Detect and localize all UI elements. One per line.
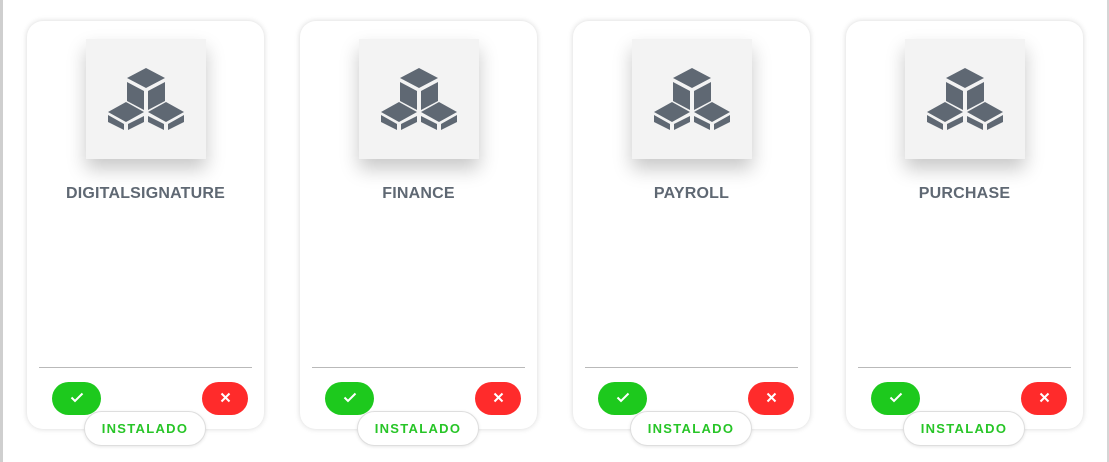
reject-button[interactable]	[1021, 382, 1067, 415]
accept-button[interactable]	[871, 382, 920, 415]
close-icon	[1039, 391, 1050, 406]
status-badge[interactable]: INSTALADO	[84, 411, 206, 446]
check-icon	[70, 391, 84, 406]
reject-button[interactable]	[748, 382, 794, 415]
module-title: DIGITALSIGNATURE	[65, 185, 226, 202]
module-title: PURCHASE	[918, 185, 1011, 202]
divider	[39, 367, 252, 368]
left-border	[0, 0, 3, 462]
accept-button[interactable]	[52, 382, 101, 415]
module-title: PAYROLL	[653, 185, 730, 202]
accept-button[interactable]	[598, 382, 647, 415]
module-card: PAYROLL INSTALADO	[573, 21, 810, 446]
module-icon-box	[359, 39, 479, 159]
check-icon	[616, 391, 630, 406]
close-icon	[493, 391, 504, 406]
module-card: DIGITALSIGNATURE INSTALADO	[27, 21, 264, 446]
module-card: PURCHASE INSTALADO	[846, 21, 1083, 446]
module-cards: DIGITALSIGNATURE INSTALADO FINANCE INSTA…	[27, 21, 1083, 446]
status-badge[interactable]: INSTALADO	[357, 411, 479, 446]
cubes-icon	[107, 67, 185, 131]
divider	[585, 367, 798, 368]
reject-button[interactable]	[475, 382, 521, 415]
close-icon	[220, 391, 231, 406]
cubes-icon	[926, 67, 1004, 131]
accept-button[interactable]	[325, 382, 374, 415]
cubes-icon	[380, 67, 458, 131]
divider	[312, 367, 525, 368]
module-card: FINANCE INSTALADO	[300, 21, 537, 446]
close-icon	[766, 391, 777, 406]
module-icon-box	[86, 39, 206, 159]
module-icon-box	[905, 39, 1025, 159]
module-title: FINANCE	[382, 185, 455, 202]
cubes-icon	[653, 67, 731, 131]
module-icon-box	[632, 39, 752, 159]
status-badge[interactable]: INSTALADO	[903, 411, 1025, 446]
check-icon	[343, 391, 357, 406]
reject-button[interactable]	[202, 382, 248, 415]
status-badge[interactable]: INSTALADO	[630, 411, 752, 446]
check-icon	[889, 391, 903, 406]
divider	[858, 367, 1071, 368]
